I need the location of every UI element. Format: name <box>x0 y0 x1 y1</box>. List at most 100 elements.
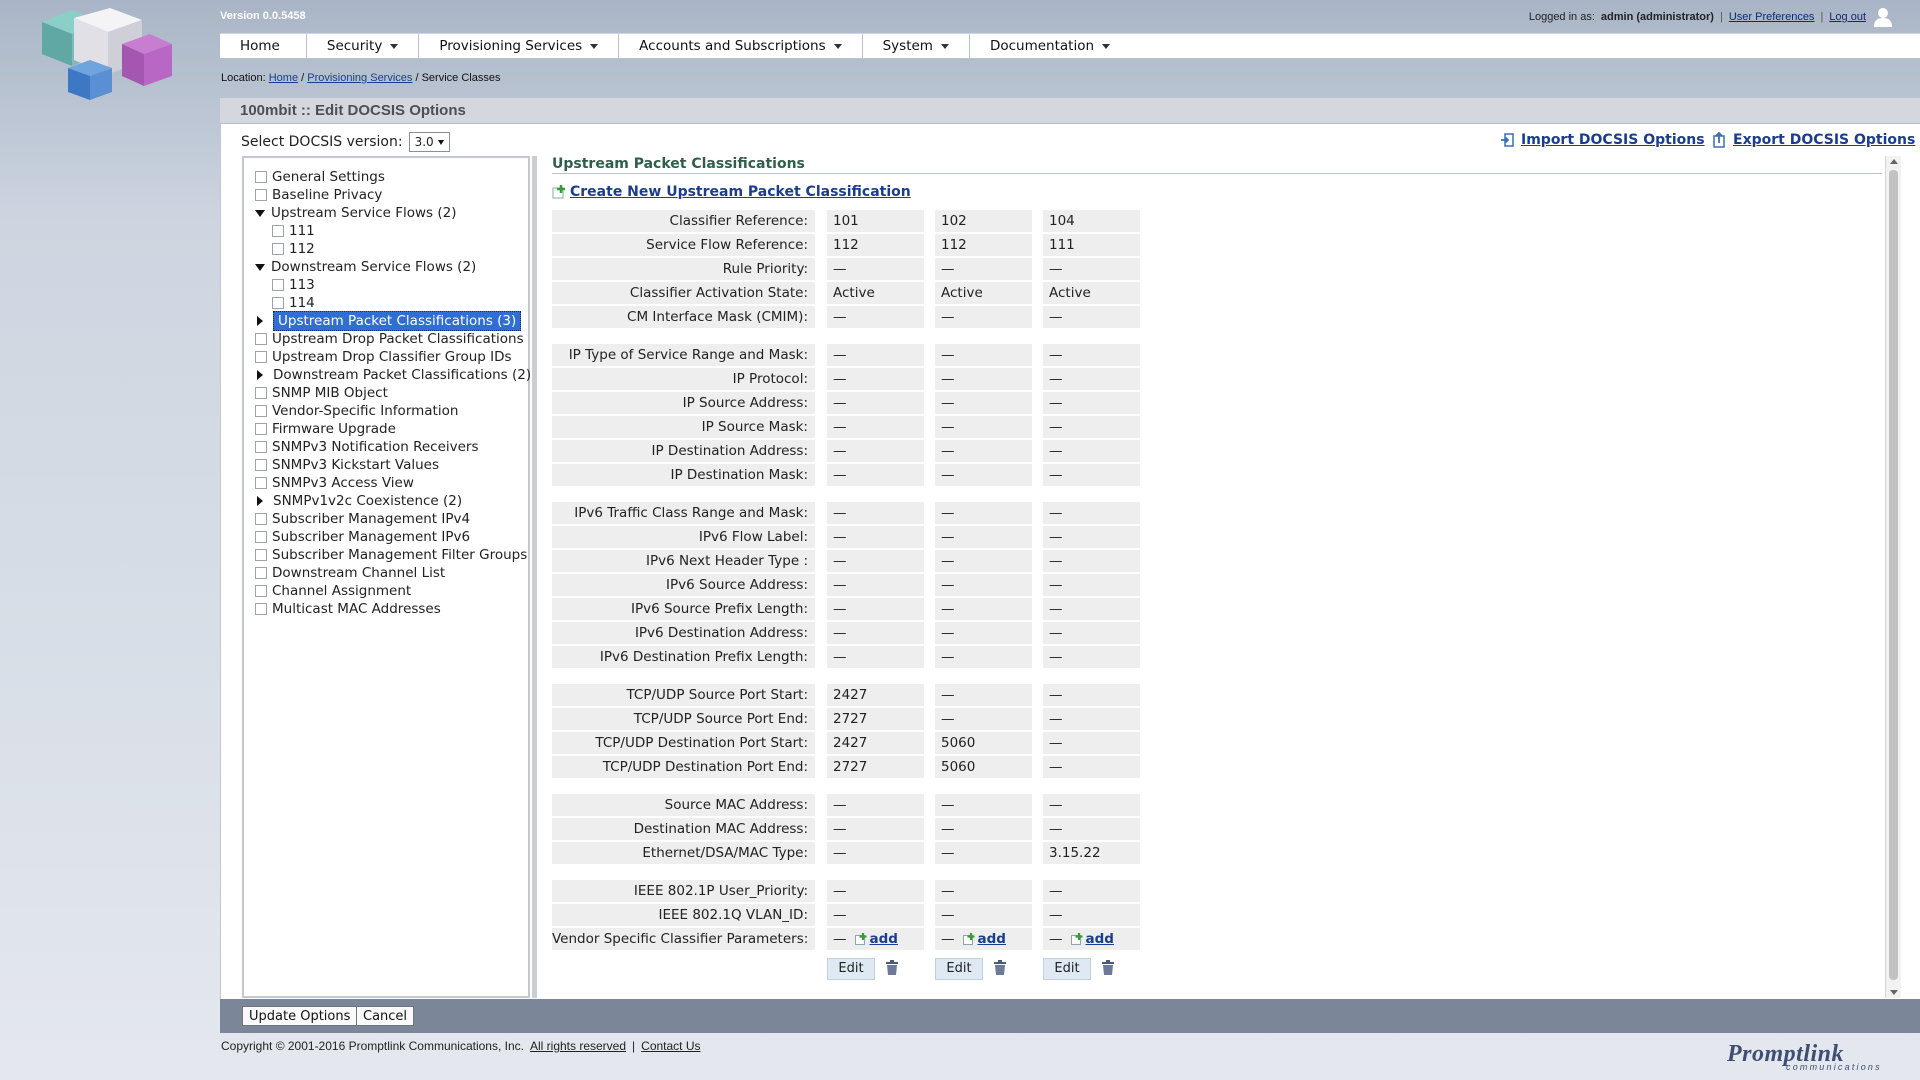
docsis-version-row: Select DOCSIS version: 3.0 <box>241 132 450 152</box>
separator: | <box>1820 11 1824 23</box>
checkbox-icon[interactable] <box>255 603 267 615</box>
tree-item[interactable]: Subscriber Management IPv4 <box>255 510 470 528</box>
cancel-button[interactable]: Cancel <box>356 1006 415 1026</box>
checkbox-icon[interactable] <box>255 189 267 201</box>
table-cell: — <box>935 306 1032 328</box>
tree-item[interactable]: 113 <box>272 276 315 294</box>
scroll-up-icon[interactable] <box>1890 159 1898 164</box>
checkbox-icon[interactable] <box>255 351 267 363</box>
add-link[interactable]: add <box>1086 928 1114 950</box>
nav-security[interactable]: Security <box>307 34 420 58</box>
tree-item[interactable]: Subscriber Management IPv6 <box>255 528 470 546</box>
checkbox-icon[interactable] <box>255 585 267 597</box>
import-docsis-link[interactable]: Import DOCSIS Options <box>1521 132 1705 148</box>
docsis-version-select[interactable]: 3.0 <box>408 132 450 152</box>
cell-value: — <box>1049 907 1063 923</box>
tree-item[interactable]: Downstream Service Flows (2) <box>255 258 476 276</box>
nav-documentation[interactable]: Documentation <box>970 34 1130 58</box>
trash-icon[interactable] <box>993 960 1007 976</box>
edit-button[interactable]: Edit <box>827 958 875 980</box>
table-cell: — <box>1043 368 1140 390</box>
tree-item[interactable]: 114 <box>272 294 315 312</box>
add-link[interactable]: add <box>870 928 898 950</box>
nav-accounts[interactable]: Accounts and Subscriptions <box>619 34 863 58</box>
cell-value: — <box>941 371 955 387</box>
rights-link[interactable]: All rights reserved <box>530 1039 626 1053</box>
cell-value: 112 <box>941 237 967 253</box>
tree-item[interactable]: Upstream Drop Classifier Group IDs <box>255 348 512 366</box>
checkbox-icon[interactable] <box>272 225 284 237</box>
breadcrumb-home[interactable]: Home <box>269 72 298 84</box>
tree-item[interactable]: SNMPv3 Notification Receivers <box>255 438 479 456</box>
create-classification-link[interactable]: Create New Upstream Packet Classificatio… <box>570 184 911 200</box>
checkbox-icon[interactable] <box>255 513 267 525</box>
trash-icon[interactable] <box>1101 960 1115 976</box>
tree-item[interactable]: 111 <box>272 222 315 240</box>
tree-item[interactable]: Upstream Service Flows (2) <box>255 204 457 222</box>
tree-item[interactable]: Upstream Packet Classifications (3) <box>255 311 522 331</box>
checkbox-icon[interactable] <box>255 459 267 471</box>
tree-item[interactable]: SNMPv3 Access View <box>255 474 414 492</box>
table-cell: 112 <box>935 234 1032 256</box>
scroll-down-icon[interactable] <box>1890 990 1898 995</box>
expand-right-icon[interactable] <box>257 316 263 326</box>
checkbox-icon[interactable] <box>272 297 284 309</box>
table-cell: 2427 <box>827 732 924 754</box>
tree-item[interactable]: General Settings <box>255 168 385 186</box>
checkbox-icon[interactable] <box>255 549 267 561</box>
row-label: IPv6 Flow Label: <box>552 526 815 548</box>
checkbox-icon[interactable] <box>255 477 267 489</box>
nav-system[interactable]: System <box>863 34 970 58</box>
expand-down-icon[interactable] <box>255 263 265 271</box>
checkbox-icon[interactable] <box>255 531 267 543</box>
edit-button[interactable]: Edit <box>935 958 983 980</box>
logout-link[interactable]: Log out <box>1829 11 1866 23</box>
checkbox-icon[interactable] <box>255 441 267 453</box>
plus-icon <box>552 185 565 199</box>
expand-down-icon[interactable] <box>255 209 265 217</box>
add-link[interactable]: add <box>978 928 1006 950</box>
cell-value: — <box>941 419 955 435</box>
breadcrumb-provisioning[interactable]: Provisioning Services <box>307 72 412 84</box>
table-row: IPv6 Source Prefix Length: — — — <box>552 598 1140 620</box>
export-docsis-link[interactable]: Export DOCSIS Options <box>1733 132 1915 148</box>
row-label: IP Destination Address: <box>552 440 815 462</box>
edit-button[interactable]: Edit <box>1043 958 1091 980</box>
checkbox-icon[interactable] <box>255 405 267 417</box>
tree-splitter[interactable] <box>532 156 537 998</box>
tree-item[interactable]: Downstream Channel List <box>255 564 445 582</box>
trash-icon[interactable] <box>885 960 899 976</box>
user-icon[interactable] <box>1872 6 1894 28</box>
expand-right-icon[interactable] <box>257 496 263 506</box>
scrollbar-thumb[interactable] <box>1889 170 1898 980</box>
checkbox-icon[interactable] <box>272 279 284 291</box>
checkbox-icon[interactable] <box>255 423 267 435</box>
tree-item[interactable]: 112 <box>272 240 315 258</box>
nav-home[interactable]: Home <box>220 34 307 58</box>
checkbox-icon[interactable] <box>255 387 267 399</box>
tree-item[interactable]: SNMPv1v2c Coexistence (2) <box>255 492 462 510</box>
import-docsis: Import DOCSIS Options <box>1500 132 1705 148</box>
tree-item[interactable]: Multicast MAC Addresses <box>255 600 441 618</box>
tree-item[interactable]: Subscriber Management Filter Groups <box>255 546 527 564</box>
checkbox-icon[interactable] <box>272 243 284 255</box>
expand-right-icon[interactable] <box>257 370 263 380</box>
checkbox-icon[interactable] <box>255 333 267 345</box>
tree-item[interactable]: Firmware Upgrade <box>255 420 396 438</box>
tree-item[interactable]: SNMPv3 Kickstart Values <box>255 456 439 474</box>
nav-provisioning[interactable]: Provisioning Services <box>419 34 620 58</box>
user-preferences-link[interactable]: User Preferences <box>1729 11 1815 23</box>
tree-item[interactable]: SNMP MIB Object <box>255 384 388 402</box>
checkbox-icon[interactable] <box>255 567 267 579</box>
tree-item[interactable]: Baseline Privacy <box>255 186 382 204</box>
tree-item[interactable]: Upstream Drop Packet Classifications <box>255 330 524 348</box>
tree-item[interactable]: Channel Assignment <box>255 582 411 600</box>
update-options-button[interactable]: Update Options <box>242 1006 358 1026</box>
row-label: Service Flow Reference: <box>552 234 815 256</box>
nav-provisioning-label: Provisioning Services <box>439 37 583 54</box>
contact-link[interactable]: Contact Us <box>641 1039 700 1053</box>
tree-item[interactable]: Vendor-Specific Information <box>255 402 458 420</box>
content-scrollbar[interactable] <box>1885 156 1901 998</box>
checkbox-icon[interactable] <box>255 171 267 183</box>
tree-item[interactable]: Downstream Packet Classifications (2) <box>255 366 531 384</box>
